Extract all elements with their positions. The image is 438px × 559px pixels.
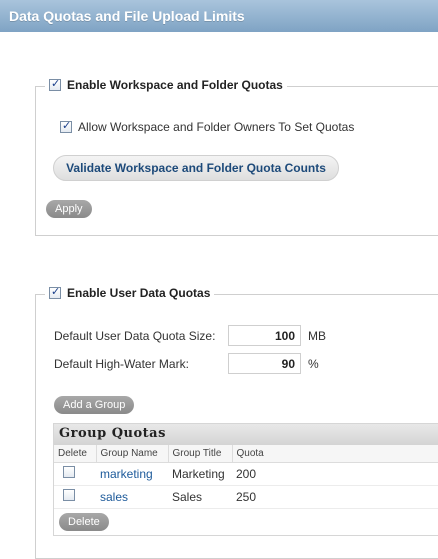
workspace-quotas-section: Enable Workspace and Folder Quotas Allow… [35, 77, 438, 236]
user-quotas-legend: Enable User Data Quotas [45, 285, 215, 300]
default-quota-size-unit: MB [308, 329, 326, 343]
column-header-group-name: Group Name [96, 445, 169, 463]
apply-button[interactable]: Apply [46, 200, 92, 218]
user-quotas-section: Enable User Data Quotas Default User Dat… [35, 285, 438, 559]
group-quotas-title: Group Quotas [54, 424, 438, 445]
enable-user-quotas-checkbox[interactable] [49, 285, 61, 299]
group-quotas-panel: Group Quotas Delete Group Name Group Tit… [53, 423, 438, 536]
group-name-link[interactable]: sales [96, 485, 168, 509]
enable-workspace-quotas-label: Enable Workspace and Folder Quotas [67, 78, 283, 92]
column-header-quota: Quota [232, 445, 438, 463]
enable-workspace-quotas-checkbox[interactable] [49, 77, 61, 91]
validate-quota-counts-button[interactable]: Validate Workspace and Folder Quota Coun… [53, 155, 339, 181]
group-title-cell: Sales [168, 485, 232, 509]
group-quota-cell: 250 [232, 485, 438, 509]
workspace-quotas-legend: Enable Workspace and Folder Quotas [45, 77, 287, 92]
column-header-delete: Delete [54, 445, 97, 463]
table-row: marketing Marketing 200 [54, 462, 438, 486]
group-quotas-table: Delete Group Name Group Title Quota mark… [54, 445, 438, 509]
high-water-mark-label: Default High-Water Mark: [54, 357, 189, 371]
default-quota-size-input[interactable]: 100 [228, 325, 301, 346]
allow-owners-checkbox[interactable] [60, 119, 72, 133]
page-title: Data Quotas and File Upload Limits [9, 8, 245, 24]
group-quotas-header-row: Delete Group Name Group Title Quota [54, 445, 438, 463]
row-delete-checkbox[interactable] [63, 489, 75, 501]
row-delete-checkbox[interactable] [63, 466, 75, 478]
high-water-mark-input[interactable]: 90 [228, 353, 301, 374]
column-header-group-title: Group Title [168, 445, 233, 463]
group-quota-cell: 200 [232, 462, 438, 486]
add-group-button[interactable]: Add a Group [54, 396, 135, 414]
row-delete-cell [54, 485, 96, 509]
allow-owners-label: Allow Workspace and Folder Owners To Set… [78, 120, 355, 134]
group-name-link[interactable]: marketing [96, 462, 168, 486]
row-delete-cell [54, 462, 96, 486]
page-header: Data Quotas and File Upload Limits [0, 0, 438, 32]
high-water-mark-unit: % [308, 357, 319, 371]
enable-user-quotas-label: Enable User Data Quotas [67, 286, 211, 300]
delete-row: Delete [54, 509, 438, 535]
table-row: sales Sales 250 [54, 485, 438, 509]
group-title-cell: Marketing [168, 462, 232, 486]
default-quota-size-label: Default User Data Quota Size: [54, 329, 216, 343]
delete-groups-button[interactable]: Delete [59, 512, 109, 531]
allow-owners-row: Allow Workspace and Folder Owners To Set… [60, 119, 355, 134]
